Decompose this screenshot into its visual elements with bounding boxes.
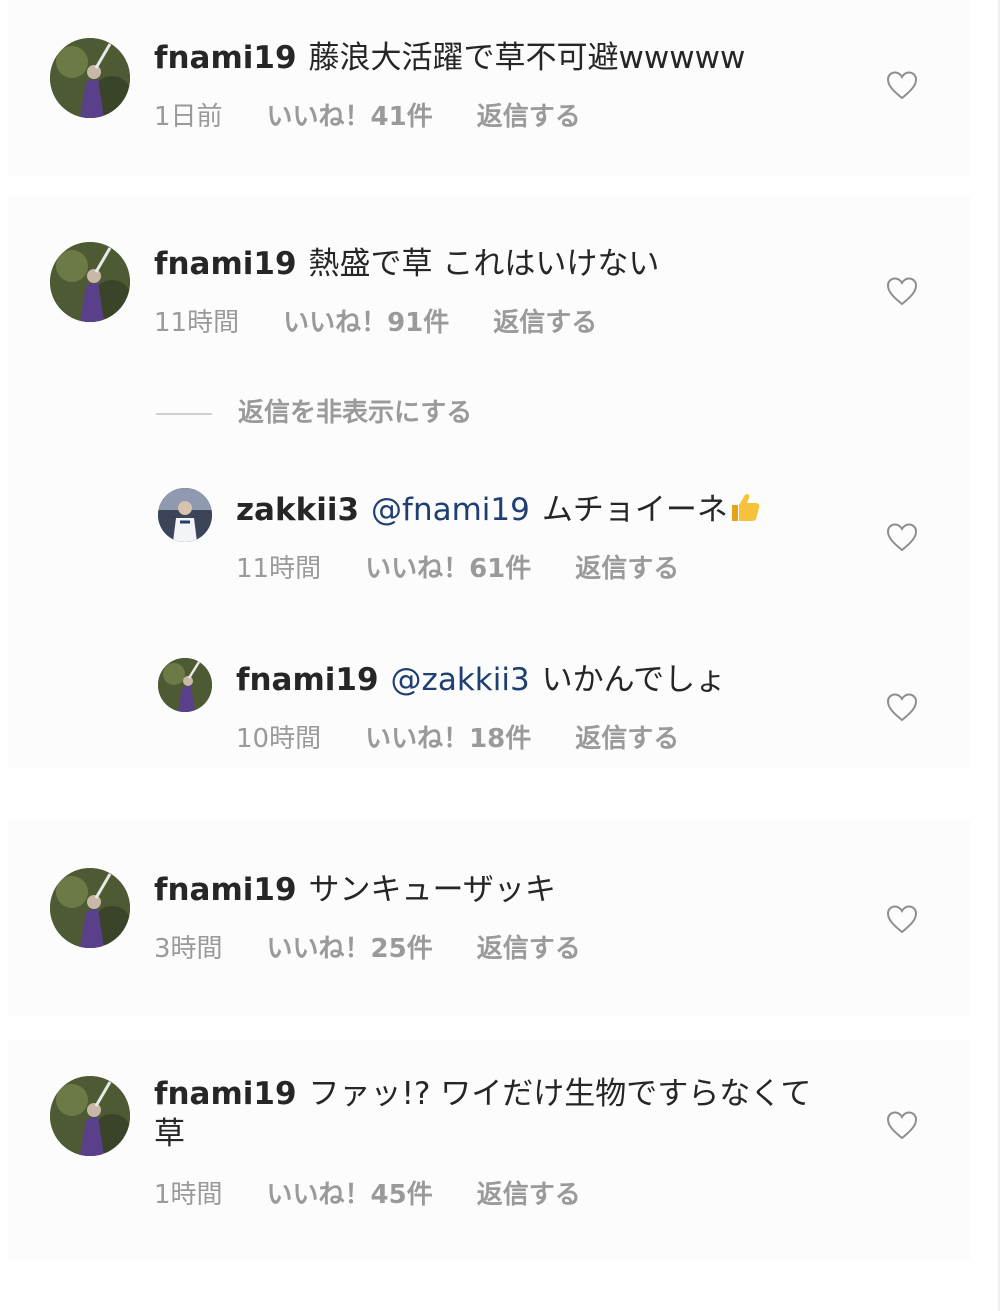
likes-count[interactable]: いいね！25件 — [267, 932, 433, 966]
avatar-photo — [50, 1076, 130, 1156]
username[interactable]: fnami19 — [154, 40, 297, 76]
avatar-photo — [50, 242, 130, 322]
reply-text-line: fnami19 @zakkii3 いかんでしょ — [236, 660, 726, 700]
comment-text-line: fnami19 藤浪大活躍で草不可避wwwww — [154, 38, 745, 78]
reply-button[interactable]: 返信する — [493, 306, 597, 340]
timestamp: 11時間 — [236, 554, 322, 584]
username[interactable]: fnami19 — [236, 662, 379, 698]
likes-count[interactable]: いいね！91件 — [283, 306, 449, 340]
comment-item: fnami19 ファッ!? ワイだけ生物ですらなくて草 1時間 いいね！45件 返信す… — [8, 1040, 970, 1260]
likes-count[interactable]: いいね！18件 — [365, 722, 531, 756]
comment-text: サンキューザッキ — [308, 872, 556, 908]
hide-replies-button[interactable]: 返信を非表示にする — [156, 396, 472, 430]
comment-meta: 3時間 いいね！25件 返信する — [154, 932, 581, 966]
mention-link[interactable]: @zakkii3 — [391, 662, 530, 698]
hide-replies-label: 返信を非表示にする — [238, 398, 473, 428]
reply-avatar[interactable] — [158, 658, 212, 712]
likes-count[interactable]: いいね！45件 — [267, 1178, 433, 1212]
comment-item: fnami19 藤浪大活躍で草不可避wwwww 1日前 いいね！41件 返信する — [8, 0, 970, 176]
timestamp: 1日前 — [154, 102, 223, 132]
heart-icon[interactable] — [886, 522, 918, 552]
reply-button[interactable]: 返信する — [575, 552, 679, 586]
avatar[interactable] — [50, 868, 130, 948]
avatar-photo — [50, 38, 130, 118]
username[interactable]: fnami19 — [154, 1076, 297, 1112]
reply-text-line: zakkii3 @fnami19 ムチョイーネ — [236, 490, 762, 530]
heart-icon[interactable] — [886, 276, 918, 306]
comment-item: fnami19 サンキューザッキ 3時間 いいね！25件 返信する — [8, 820, 970, 1016]
reply-avatar[interactable] — [158, 488, 212, 542]
comment-meta: 1日前 いいね！41件 返信する — [154, 100, 581, 134]
heart-icon[interactable] — [886, 904, 918, 934]
timestamp: 3時間 — [154, 934, 223, 964]
heart-icon[interactable] — [886, 692, 918, 722]
divider-line — [156, 412, 212, 415]
comment-text: 熱盛で草 これはいけない — [308, 246, 660, 282]
heart-icon[interactable] — [886, 1110, 918, 1140]
thumbs-up-emoji-icon — [728, 490, 762, 524]
likes-count[interactable]: いいね！41件 — [267, 100, 433, 134]
comment-meta: 1時間 いいね！45件 返信する — [154, 1178, 581, 1212]
avatar[interactable] — [50, 38, 130, 118]
mention-link[interactable]: @fnami19 — [371, 492, 530, 528]
comment-text-line: fnami19 熱盛で草 これはいけない — [154, 244, 659, 284]
reply-text: ムチョイーネ — [541, 492, 728, 528]
avatar[interactable] — [50, 1076, 130, 1156]
heart-icon[interactable] — [886, 70, 918, 100]
reply-button[interactable]: 返信する — [575, 722, 679, 756]
avatar-photo — [50, 868, 130, 948]
timestamp: 11時間 — [154, 308, 240, 338]
likes-count[interactable]: いいね！61件 — [365, 552, 531, 586]
username[interactable]: zakkii3 — [236, 492, 359, 528]
reply-button[interactable]: 返信する — [477, 1178, 581, 1212]
avatar[interactable] — [50, 242, 130, 322]
reply-meta: 11時間 いいね！61件 返信する — [236, 552, 679, 586]
comment-meta: 11時間 いいね！91件 返信する — [154, 306, 597, 340]
reply-button[interactable]: 返信する — [477, 932, 581, 966]
comment-text-line: fnami19 サンキューザッキ — [154, 870, 556, 910]
avatar-photo — [158, 658, 212, 712]
comment-text: 藤浪大活躍で草不可避wwwww — [308, 40, 746, 76]
timestamp: 10時間 — [236, 724, 322, 754]
comment-text-line: fnami19 ファッ!? ワイだけ生物ですらなくて草 — [154, 1074, 834, 1154]
reply-meta: 10時間 いいね！18件 返信する — [236, 722, 679, 756]
reply-text: いかんでしょ — [541, 662, 727, 698]
comment-item: fnami19 熱盛で草 これはいけない 11時間 いいね！91件 返信する zakk… — [8, 196, 970, 768]
username[interactable]: fnami19 — [154, 872, 297, 908]
reply-button[interactable]: 返信する — [477, 100, 581, 134]
timestamp: 1時間 — [154, 1180, 223, 1210]
username[interactable]: fnami19 — [154, 246, 297, 282]
comments-panel: fnami19 藤浪大活躍で草不可避wwwww 1日前 いいね！41件 返信する fn… — [8, 0, 1000, 1311]
avatar-photo — [158, 488, 212, 542]
